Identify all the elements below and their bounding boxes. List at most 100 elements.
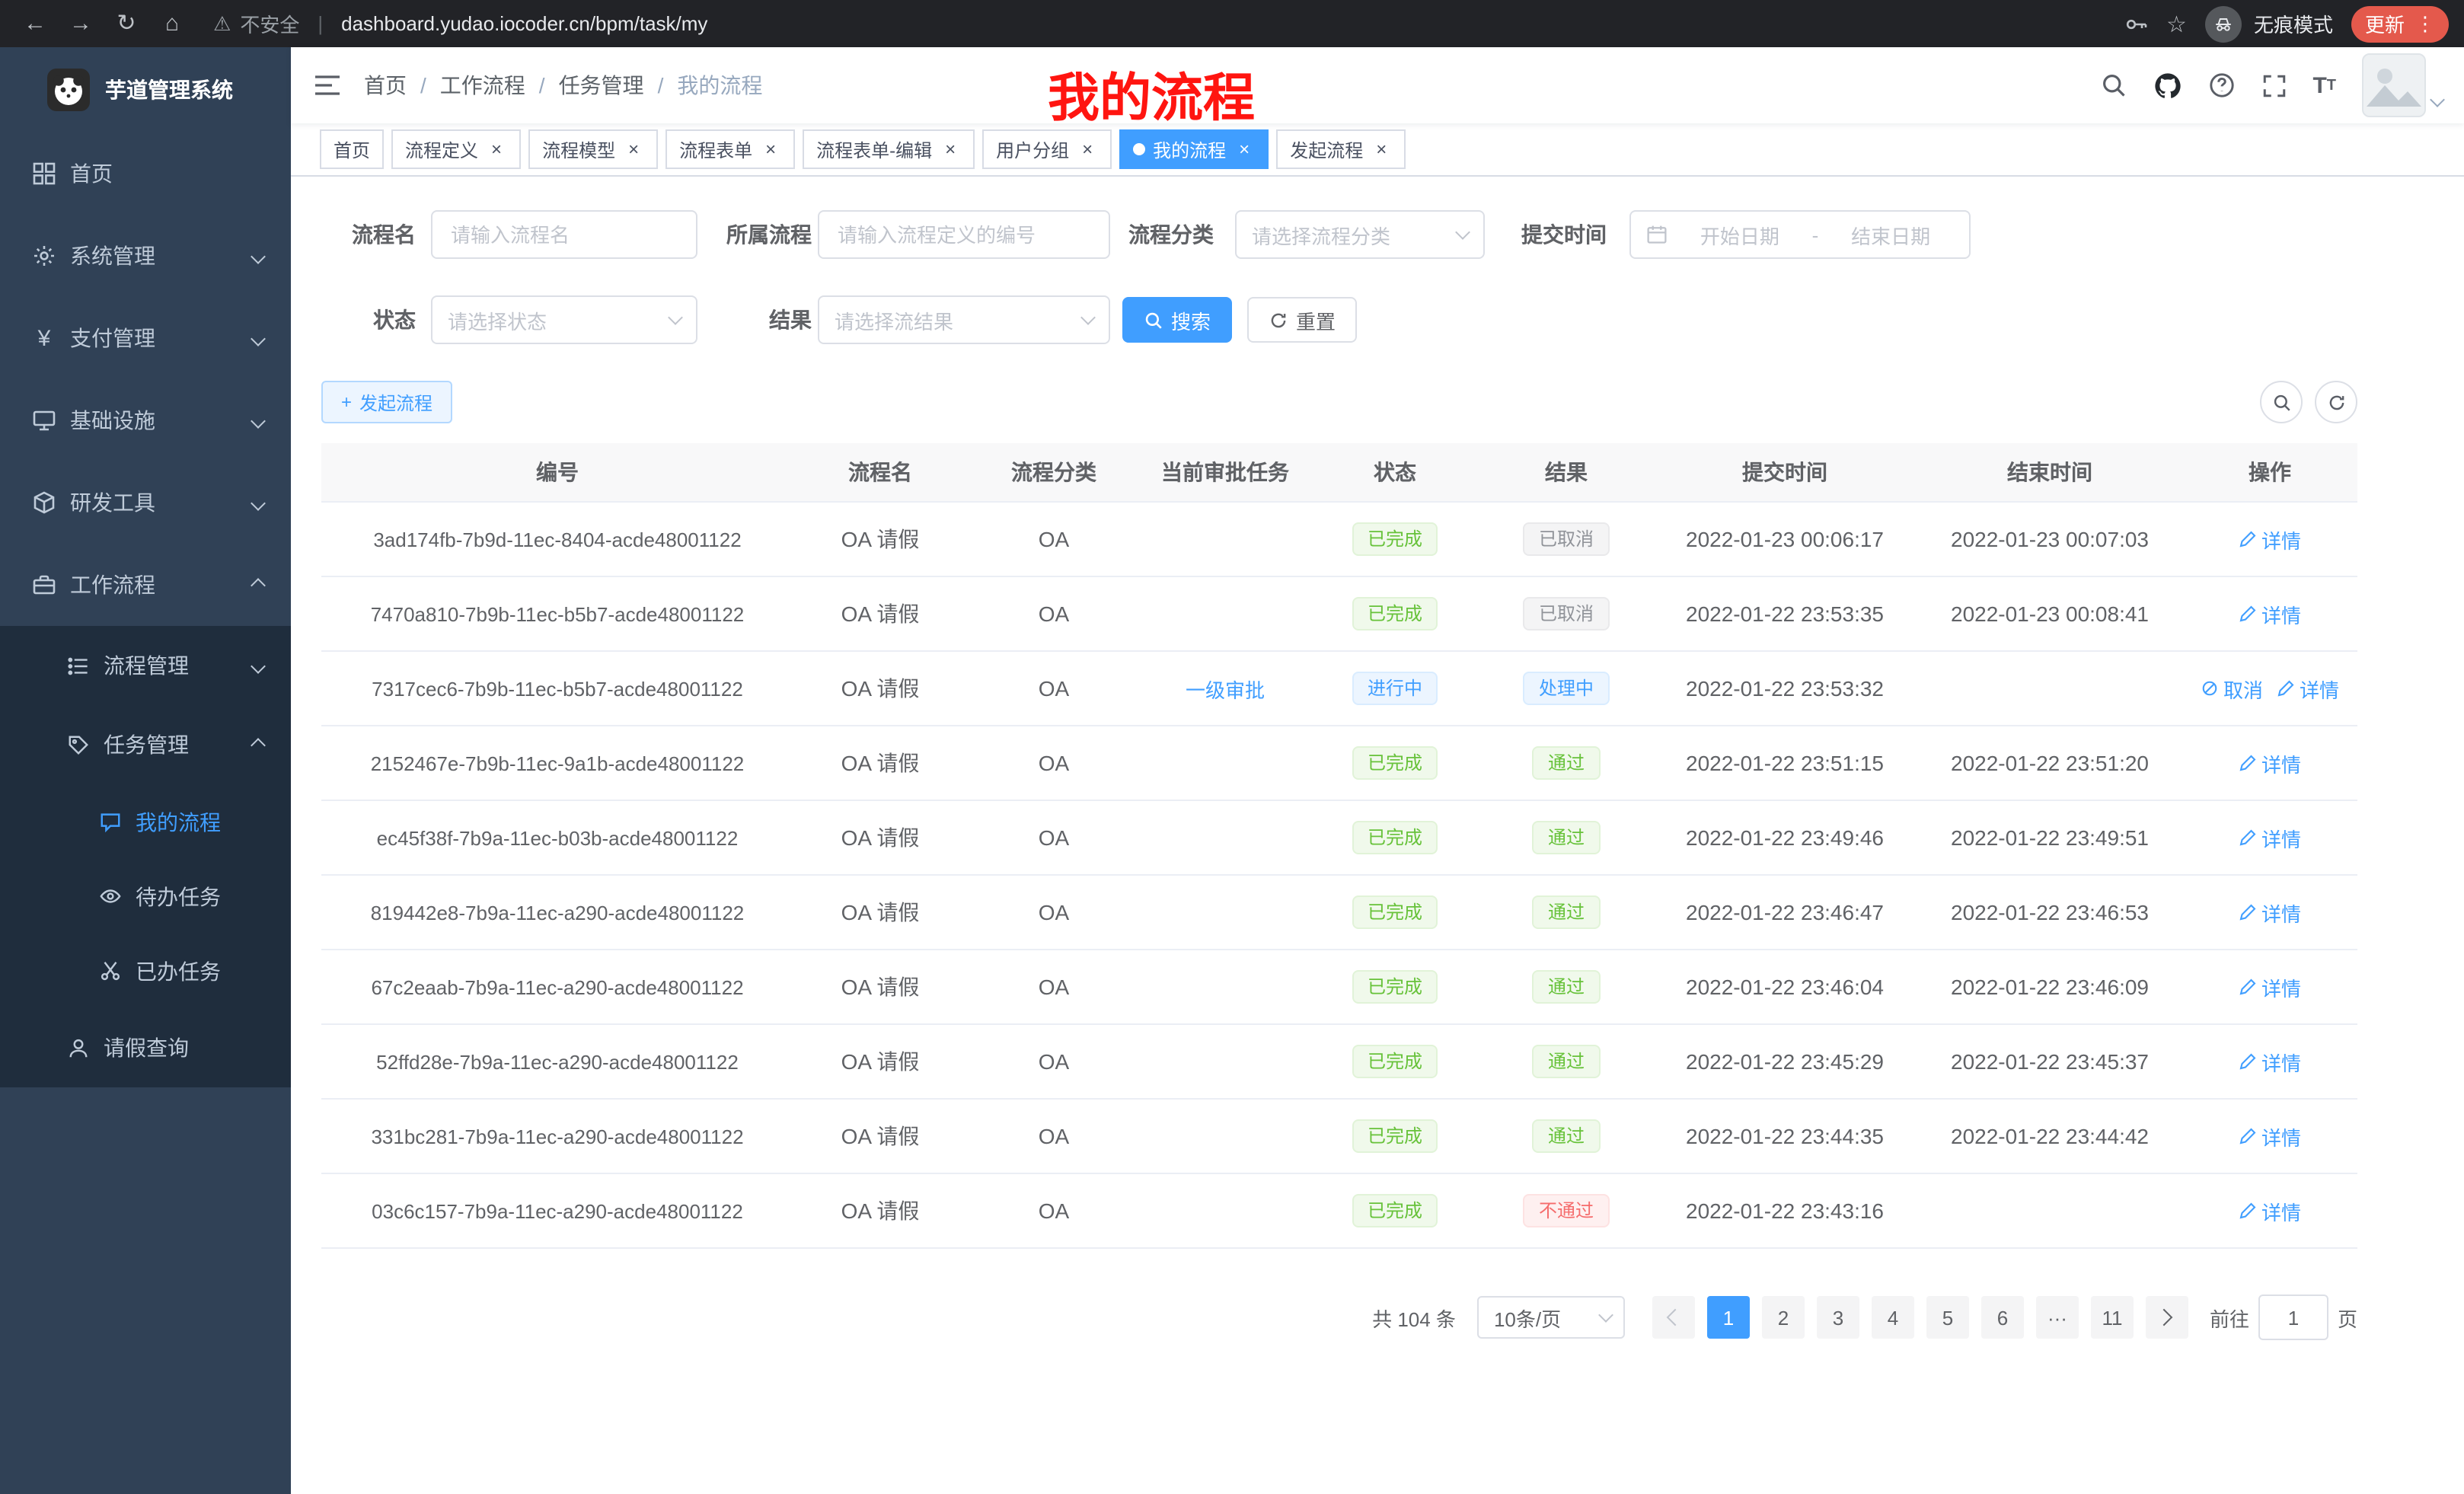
page-button-11[interactable]: 11 — [2091, 1296, 2134, 1339]
tab-流程表单[interactable]: 流程表单× — [665, 129, 795, 169]
tab-我的流程[interactable]: 我的流程× — [1119, 129, 1269, 169]
detail-action-link[interactable]: 详情 — [2239, 749, 2301, 777]
tab-流程表单-编辑[interactable]: 流程表单-编辑× — [803, 129, 975, 169]
sidebar-item-leave-query[interactable]: 请假查询 — [0, 1008, 291, 1087]
avatar[interactable] — [2362, 53, 2426, 117]
cell-category: OA — [967, 1024, 1141, 1099]
cell-process-name: OA 请假 — [793, 1024, 967, 1099]
font-size-icon[interactable]: TT — [2312, 72, 2336, 98]
breadcrumb-home[interactable]: 首页 — [364, 70, 407, 101]
detail-action-link[interactable]: 详情 — [2239, 1196, 2301, 1225]
next-page-button[interactable] — [2146, 1296, 2188, 1339]
tab-发起流程[interactable]: 发起流程× — [1276, 129, 1406, 169]
result-badge: 通过 — [1533, 970, 1600, 1004]
breadcrumb-workflow[interactable]: 工作流程 — [440, 70, 525, 101]
sidebar-item-task-mgmt[interactable]: 任务管理 — [0, 705, 291, 784]
sidebar-item-process-mgmt[interactable]: 流程管理 — [0, 626, 291, 705]
address-bar[interactable]: ⚠ 不安全 | dashboard.yudao.iocoder.cn/bpm/t… — [213, 9, 707, 38]
page-button-2[interactable]: 2 — [1762, 1296, 1805, 1339]
search-icon — [1144, 310, 1163, 330]
key-icon[interactable] — [2124, 11, 2148, 36]
detail-action-link[interactable]: 详情 — [2239, 599, 2301, 628]
toggle-search-button[interactable] — [2260, 381, 2303, 423]
detail-action-link[interactable]: 详情 — [2239, 525, 2301, 554]
category-select[interactable]: 请选择流程分类 — [1235, 210, 1485, 259]
process-name-field[interactable] — [431, 210, 697, 259]
goto-page-input[interactable] — [2258, 1294, 2328, 1340]
parent-process-input[interactable] — [835, 222, 1093, 247]
tab-流程模型[interactable]: 流程模型× — [528, 129, 658, 169]
menu-label: 支付管理 — [70, 323, 155, 353]
close-icon[interactable]: × — [940, 139, 961, 160]
sidebar-item-payment[interactable]: ¥ 支付管理 — [0, 297, 291, 379]
browser-reload-icon[interactable]: ↻ — [104, 0, 149, 47]
close-icon[interactable]: × — [1077, 139, 1098, 160]
result-select[interactable]: 请选择流结果 — [818, 295, 1110, 344]
page-button-1[interactable]: 1 — [1707, 1296, 1750, 1339]
sidebar-item-system[interactable]: 系统管理 — [0, 215, 291, 297]
cancel-action-link[interactable]: 取消 — [2201, 674, 2263, 703]
sidebar-item-infrastructure[interactable]: 基础设施 — [0, 379, 291, 461]
detail-action-link[interactable]: 详情 — [2239, 898, 2301, 927]
search-icon[interactable] — [2099, 72, 2127, 99]
menu-label: 已办任务 — [136, 956, 221, 986]
help-icon[interactable] — [2207, 72, 2235, 99]
browser-menu-icon[interactable]: ⋮ — [2415, 11, 2435, 36]
tab-流程定义[interactable]: 流程定义× — [391, 129, 521, 169]
page-button-5[interactable]: 5 — [1926, 1296, 1969, 1339]
status-select[interactable]: 请选择状态 — [431, 295, 697, 344]
user-menu[interactable] — [2362, 53, 2443, 117]
current-task-link[interactable]: 一级审批 — [1186, 674, 1265, 703]
bookmark-star-icon[interactable]: ☆ — [2166, 10, 2187, 37]
sidebar-item-my-process[interactable]: 我的流程 — [0, 784, 291, 859]
prev-page-button[interactable] — [1652, 1296, 1695, 1339]
detail-action-link[interactable]: 详情 — [2239, 1122, 2301, 1151]
parent-process-field[interactable] — [818, 210, 1110, 259]
cell-result: 通过 — [1480, 950, 1652, 1024]
sidebar-item-todo-tasks[interactable]: 待办任务 — [0, 859, 291, 934]
github-icon[interactable] — [2153, 71, 2182, 100]
browser-home-icon[interactable]: ⌂ — [149, 0, 195, 47]
update-button[interactable]: 更新 ⋮ — [2351, 5, 2449, 42]
detail-action-link[interactable]: 详情 — [2239, 972, 2301, 1001]
page-button-3[interactable]: 3 — [1817, 1296, 1859, 1339]
close-icon[interactable]: × — [760, 139, 781, 160]
url-text[interactable]: dashboard.yudao.iocoder.cn/bpm/task/my — [341, 12, 707, 35]
cell-process-id: 819442e8-7b9a-11ec-a290-acde48001122 — [321, 875, 793, 950]
close-icon[interactable]: × — [486, 139, 507, 160]
close-icon[interactable]: × — [1234, 139, 1255, 160]
refresh-table-button[interactable] — [2315, 381, 2357, 423]
fullscreen-icon[interactable] — [2261, 72, 2287, 98]
detail-action-link[interactable]: 详情 — [2277, 674, 2339, 703]
hamburger-icon[interactable] — [291, 73, 364, 97]
browser-forward-icon[interactable]: → — [58, 0, 104, 47]
sidebar-item-workflow[interactable]: 工作流程 — [0, 544, 291, 626]
process-name-input[interactable] — [448, 222, 681, 247]
chevron-down-icon — [251, 248, 266, 263]
chevron-down-icon — [251, 658, 266, 673]
page-size-select[interactable]: 10条/页 — [1477, 1296, 1625, 1339]
sidebar-item-done-tasks[interactable]: 已办任务 — [0, 934, 291, 1008]
close-icon[interactable]: × — [1371, 139, 1392, 160]
detail-action-link[interactable]: 详情 — [2239, 1047, 2301, 1076]
close-icon[interactable]: × — [623, 139, 644, 160]
tab-首页[interactable]: 首页 — [320, 129, 384, 169]
reset-button[interactable]: 重置 — [1247, 297, 1357, 343]
page-button-4[interactable]: 4 — [1872, 1296, 1914, 1339]
breadcrumb-task-mgmt[interactable]: 任务管理 — [559, 70, 644, 101]
start-date-placeholder[interactable]: 开始日期 — [1677, 220, 1803, 249]
tab-用户分组[interactable]: 用户分组× — [982, 129, 1112, 169]
page-button-6[interactable]: 6 — [1981, 1296, 2024, 1339]
create-process-button[interactable]: + 发起流程 — [321, 381, 452, 423]
detail-action-link[interactable]: 详情 — [2239, 823, 2301, 852]
action-label: 详情 — [2261, 823, 2301, 852]
breadcrumb-separator: / — [539, 73, 545, 97]
end-date-placeholder[interactable]: 结束日期 — [1827, 220, 1954, 249]
more-pages-button[interactable]: ··· — [2036, 1296, 2079, 1339]
search-button[interactable]: 搜索 — [1122, 297, 1232, 343]
sidebar-item-home[interactable]: 首页 — [0, 132, 291, 215]
sidebar-item-devtools[interactable]: 研发工具 — [0, 461, 291, 544]
app-logo[interactable]: 芋道管理系统 — [0, 47, 291, 132]
browser-back-icon[interactable]: ← — [12, 0, 58, 47]
submit-time-range-picker[interactable]: 开始日期 - 结束日期 — [1629, 210, 1971, 259]
